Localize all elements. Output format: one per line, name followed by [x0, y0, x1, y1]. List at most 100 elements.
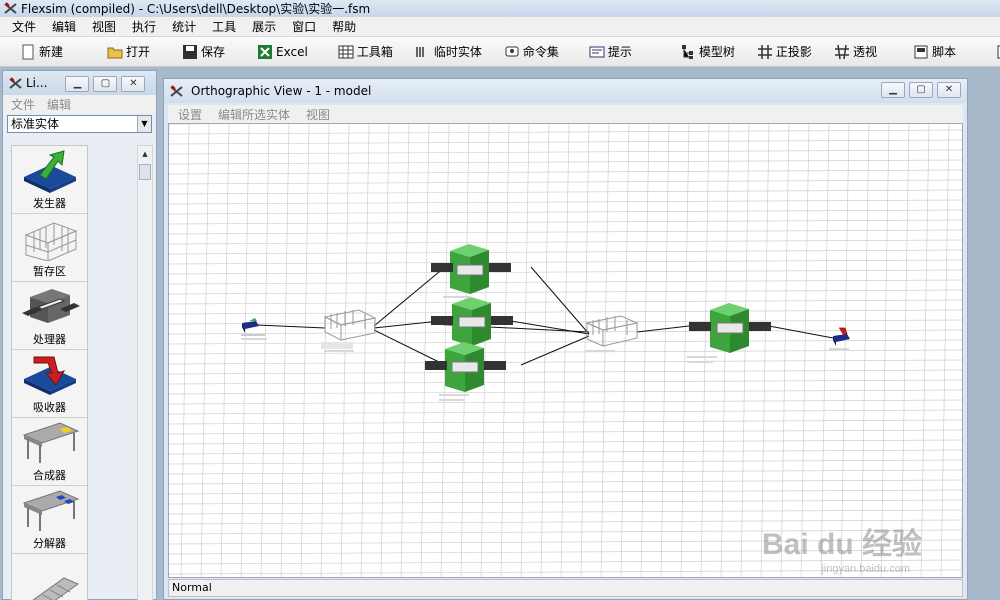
maximize-button[interactable]: ▢	[93, 75, 118, 92]
grid-line	[169, 249, 962, 255]
combiner-icon	[22, 422, 79, 463]
scroll-up-icon[interactable]: ▲	[139, 147, 151, 161]
grid-line	[660, 124, 670, 577]
library-title-bar: Li... ▁ ▢ ✕	[3, 71, 156, 95]
grid-line	[680, 124, 690, 577]
grid-line	[880, 124, 890, 577]
flowitem-button[interactable]: 临时实体	[411, 40, 486, 64]
grid-line	[169, 259, 962, 265]
flexsim-logo-icon	[9, 76, 22, 90]
open-button[interactable]: 打开	[103, 40, 154, 64]
tips-button[interactable]: 提示	[585, 40, 636, 64]
grid-line	[640, 124, 650, 577]
view-menu-view[interactable]: 视图	[306, 106, 330, 123]
grid-line	[169, 319, 962, 325]
grid-line	[169, 349, 962, 355]
view-title-bar: Orthographic View - 1 - model ▁ ▢ ✕	[164, 79, 967, 103]
grid-line	[169, 449, 962, 455]
grid-line	[280, 124, 290, 577]
watermark-url: jingyan.baidu.com	[821, 563, 910, 575]
new-button[interactable]: 新建	[16, 40, 67, 64]
grid-line	[169, 459, 962, 465]
grid-line	[169, 139, 962, 145]
tip-icon	[589, 46, 605, 57]
excel-button[interactable]: Excel	[253, 40, 312, 64]
status-text: Normal	[172, 581, 212, 594]
title-bar: Flexsim (compiled) - C:\Users\dell\Deskt…	[0, 0, 1000, 17]
close-button[interactable]: ✕	[121, 75, 146, 92]
grid-line	[360, 124, 370, 577]
processor-object-2[interactable]	[431, 297, 513, 346]
library-item-separator[interactable]: 分解器	[12, 486, 87, 554]
menu-edit[interactable]: 编辑	[44, 17, 84, 37]
close-button[interactable]: ✕	[937, 82, 961, 98]
processor-icon	[21, 289, 80, 323]
library-item-queue[interactable]: 暂存区	[12, 214, 87, 282]
grid-icon	[757, 44, 772, 59]
library-item-sink[interactable]: 吸收器	[12, 350, 87, 418]
save-button[interactable]: 保存	[178, 40, 229, 64]
orthographic-button[interactable]: 正投影	[753, 40, 816, 64]
library-item-combiner[interactable]: 合成器	[12, 418, 87, 486]
processor-object-4[interactable]	[689, 303, 771, 353]
grid-line	[200, 124, 210, 577]
menu-presentation[interactable]: 展示	[244, 17, 284, 37]
toolbox-icon	[338, 45, 354, 58]
menu-file[interactable]: 文件	[4, 17, 44, 37]
control-icon	[997, 45, 1000, 58]
maximize-button[interactable]: ▢	[909, 82, 933, 98]
flexsim-logo-icon	[4, 2, 17, 15]
library-menu-edit[interactable]: 编辑	[47, 96, 71, 113]
status-bar: Normal	[168, 579, 963, 597]
new-file-icon	[22, 44, 34, 59]
scroll-thumb[interactable]	[139, 164, 151, 180]
menu-window[interactable]: 窗口	[284, 17, 324, 37]
library-scrollbar[interactable]: ▲	[137, 145, 153, 600]
command-set-button[interactable]: 命令集	[500, 40, 563, 64]
library-item-conveyor[interactable]	[12, 554, 87, 600]
queue-object-1[interactable]	[323, 309, 377, 341]
control-button[interactable]: 控制	[992, 40, 1000, 64]
flexsim-logo-icon	[170, 84, 183, 98]
library-menu-file[interactable]: 文件	[11, 96, 35, 113]
processor-object-3[interactable]	[425, 342, 506, 392]
menu-statistics[interactable]: 统计	[164, 17, 204, 37]
grid-line	[220, 124, 230, 577]
grid-line	[860, 124, 870, 577]
script-button[interactable]: 脚本	[909, 40, 960, 64]
view-menu-edit-selected[interactable]: 编辑所选实体	[218, 106, 290, 123]
window-title: Flexsim (compiled) - C:\Users\dell\Deskt…	[21, 2, 371, 16]
save-disk-icon	[183, 44, 198, 59]
menu-execute[interactable]: 执行	[124, 17, 164, 37]
model-tree-button[interactable]: 模型树	[676, 40, 739, 64]
library-item-processor[interactable]: 处理器	[12, 282, 87, 350]
toolbox-button[interactable]: 工具箱	[334, 40, 397, 64]
library-item-source[interactable]: 发生器	[12, 146, 87, 214]
grid-line	[380, 124, 390, 577]
menu-help[interactable]: 帮助	[324, 17, 364, 37]
grid-line	[169, 219, 962, 225]
main-toolbar: 新建 打开 保存 Excel 工具箱 临时实体 命令集 提示 模型树 正投影 透…	[0, 37, 1000, 67]
library-panel: Li... ▁ ▢ ✕ 文件 编辑 标准实体 ▼ 发生器 暂存区 处理器 吸收器…	[2, 70, 157, 600]
category-select[interactable]: 标准实体 ▼	[7, 115, 152, 133]
grid-line	[840, 124, 850, 577]
grid-line	[169, 389, 962, 395]
perspective-button[interactable]: 透视	[830, 40, 881, 64]
processor-object-1[interactable]	[431, 244, 511, 294]
view-menu-settings[interactable]: 设置	[178, 106, 202, 123]
flowitem-icon	[416, 46, 424, 57]
grid-line	[169, 499, 962, 505]
open-folder-icon	[107, 47, 123, 58]
grid-line	[169, 239, 962, 245]
model-canvas[interactable]: Bai du 经验 jingyan.baidu.com	[168, 123, 963, 578]
grid-line	[180, 124, 190, 577]
minimize-button[interactable]: ▁	[881, 82, 905, 98]
grid-line	[620, 124, 630, 577]
grid-line	[169, 199, 962, 205]
source-icon	[23, 150, 76, 193]
minimize-button[interactable]: ▁	[65, 75, 90, 92]
grid-line	[400, 124, 410, 577]
menu-view[interactable]: 视图	[84, 17, 124, 37]
chevron-down-icon[interactable]: ▼	[137, 116, 151, 132]
menu-tools[interactable]: 工具	[204, 17, 244, 37]
